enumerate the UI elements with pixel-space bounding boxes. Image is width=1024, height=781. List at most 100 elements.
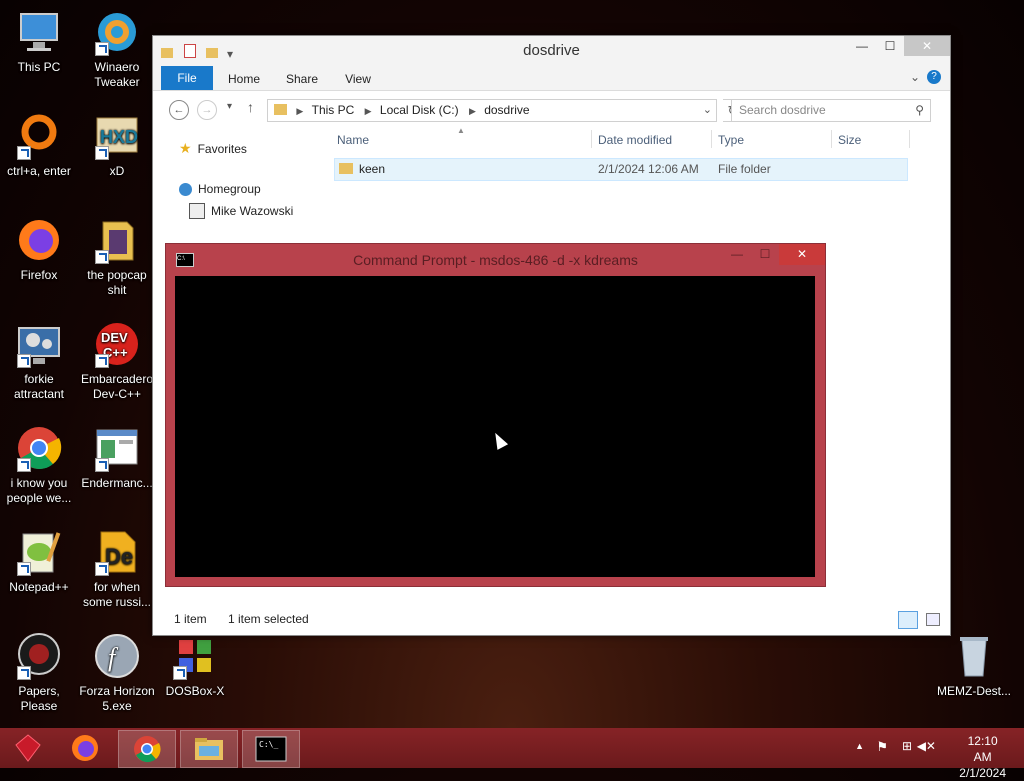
window-controls: — ☐ ✕ [848, 36, 950, 58]
taskbar-file-explorer[interactable] [180, 730, 238, 768]
popcap-icon [93, 216, 141, 264]
nav-item-homegroup[interactable]: Homegroup [179, 182, 261, 196]
expand-ribbon-chevron-icon[interactable]: ⌄ [910, 70, 920, 84]
folder-icon [274, 104, 287, 115]
column-divider[interactable] [591, 130, 592, 148]
hxd-icon: HXD [93, 112, 141, 160]
nav-label: Favorites [197, 141, 247, 156]
svg-text:De: De [105, 544, 133, 569]
desktop-icon-xd[interactable]: HXD xD [79, 112, 155, 179]
ruby-icon [15, 734, 41, 762]
column-header-name[interactable]: Name [337, 133, 369, 147]
breadcrumb-separator-icon[interactable]: ▶ [296, 106, 303, 116]
window-title: dosdrive [523, 42, 580, 59]
command-prompt-window[interactable]: C:\ Command Prompt - msdos-486 -d -x kdr… [165, 243, 826, 587]
network-icon[interactable]: ⊞ [902, 739, 912, 753]
desktop-icon-de[interactable]: De for when some russi... [79, 528, 155, 610]
svg-text:HXD: HXD [100, 127, 138, 147]
winaero-icon [93, 8, 141, 56]
back-arrow-icon[interactable]: ← [169, 100, 189, 120]
tab-view[interactable]: View [337, 68, 379, 90]
search-icon: ⚲ [915, 103, 924, 117]
chrome-icon [15, 424, 63, 472]
clock-time: 12:10 AM [967, 734, 998, 764]
svg-text:DEV: DEV [101, 330, 128, 345]
nav-label: Homegroup [198, 182, 261, 196]
show-hidden-icons-chevron-icon[interactable]: ▲ [855, 741, 864, 751]
recent-locations-chevron-icon[interactable]: ▾ [227, 101, 232, 112]
desktop-icon-forkie[interactable]: forkie attractant [1, 320, 77, 402]
cmd-minimize-button[interactable]: — [723, 244, 751, 265]
file-type: File folder [718, 162, 771, 176]
shortcut-arrow-icon [95, 354, 109, 368]
forward-arrow-icon[interactable]: → [197, 100, 217, 120]
desktop-icon-this-pc[interactable]: This PC [1, 8, 77, 75]
help-icon[interactable]: ? [927, 70, 941, 84]
desktop-icon-firefox[interactable]: Firefox [1, 216, 77, 283]
ring-icon [15, 112, 63, 160]
flag-icon[interactable]: ⚑ [876, 739, 888, 755]
column-divider[interactable] [909, 130, 910, 148]
taskbar-chrome[interactable] [118, 730, 176, 768]
tab-share[interactable]: Share [281, 68, 323, 90]
shortcut-arrow-icon [17, 146, 31, 160]
shortcut-arrow-icon [95, 458, 109, 472]
shortcut-arrow-icon [17, 562, 31, 576]
breadcrumb-this-pc[interactable]: This PC [312, 103, 355, 117]
address-bar[interactable]: ▶ This PC ▶ Local Disk (C:) ▶ dosdrive ⌄ [267, 99, 717, 122]
up-arrow-icon[interactable]: ↑ [247, 99, 254, 115]
volume-muted-icon[interactable]: ◀✕ [917, 739, 936, 753]
shortcut-arrow-icon [95, 146, 109, 160]
desktop-icon-recycle-bin[interactable]: MEMZ-Dest... [936, 632, 1012, 699]
desktop-icon-forza[interactable]: f Forza Horizon 5.exe [79, 632, 155, 714]
firefox-icon [72, 735, 98, 761]
desktop-icon-notepadpp[interactable]: Notepad++ [1, 528, 77, 595]
tab-home[interactable]: Home [223, 68, 265, 90]
clock[interactable]: 12:10 AM 2/1/2024 [959, 733, 1006, 781]
flash-icon: f [93, 632, 141, 680]
taskbar-firefox[interactable] [57, 730, 113, 766]
taskbar: C:\_ ▲ ⚑ ⊞ ◀✕ 12:10 AM 2/1/2024 [0, 728, 1024, 780]
explorer-titlebar[interactable]: ▾ dosdrive — ☐ ✕ [153, 36, 950, 66]
desktop-icon-chrome[interactable]: i know you people we... [1, 424, 77, 506]
nav-item-user[interactable]: Mike Wazowski [189, 203, 293, 219]
desktop-icon-papers-please[interactable]: Papers, Please [1, 632, 77, 714]
nav-item-favorites[interactable]: ★ Favorites [179, 140, 247, 157]
maximize-button[interactable]: ☐ [876, 36, 904, 56]
status-bar: 1 item 1 item selected [153, 603, 950, 635]
tab-file[interactable]: File [161, 66, 213, 90]
console-output[interactable] [175, 276, 815, 577]
breadcrumb-dosdrive[interactable]: dosdrive [484, 103, 529, 117]
address-row: ← → ▾ ↑ ▶ This PC ▶ Local Disk (C:) ▶ do… [153, 91, 950, 127]
minimize-button[interactable]: — [848, 36, 876, 56]
column-header-date-modified[interactable]: Date modified [598, 133, 672, 147]
address-dropdown-chevron-icon[interactable]: ⌄ [703, 100, 712, 121]
ribbon: File Home Share View ⌄ ? [153, 66, 950, 91]
breadcrumb-separator-icon[interactable]: ▶ [365, 106, 372, 116]
file-row[interactable]: keen 2/1/2024 12:06 AM File folder [334, 158, 908, 181]
cmd-maximize-button[interactable]: ☐ [751, 244, 779, 265]
breadcrumb-local-disk[interactable]: Local Disk (C:) [380, 103, 459, 117]
file-date: 2/1/2024 12:06 AM [598, 162, 699, 176]
file-name: keen [359, 162, 386, 176]
taskbar-ruby[interactable] [0, 730, 56, 766]
column-header-size[interactable]: Size [838, 133, 861, 147]
status-item-count: 1 item [174, 612, 207, 626]
column-divider[interactable] [831, 130, 832, 148]
breadcrumb-separator-icon[interactable]: ▶ [469, 106, 476, 116]
desktop-icon-dosbox[interactable]: DOSBox-X [157, 632, 233, 699]
desktop-icon-popcap[interactable]: the popcap shit [79, 216, 155, 298]
taskbar-cmd[interactable]: C:\_ [242, 730, 300, 768]
details-view-icon[interactable] [898, 611, 918, 629]
cmd-close-button[interactable]: ✕ [779, 244, 825, 265]
search-input[interactable]: Search dosdrive ⚲ [731, 99, 931, 122]
desktop-icon-devcpp[interactable]: DEV C++ Embarcadero Dev-C++ [79, 320, 155, 402]
column-header-type[interactable]: Type [718, 133, 744, 147]
desktop-icon-ctrl-a[interactable]: ctrl+a, enter [1, 112, 77, 179]
desktop-icon-winaero[interactable]: Winaero Tweaker [79, 8, 155, 90]
close-button[interactable]: ✕ [904, 36, 950, 56]
shortcut-arrow-icon [95, 562, 109, 576]
column-divider[interactable] [711, 130, 712, 148]
desktop-icon-endermanch[interactable]: Endermanc... [79, 424, 155, 491]
large-icons-view-icon[interactable] [926, 613, 940, 626]
